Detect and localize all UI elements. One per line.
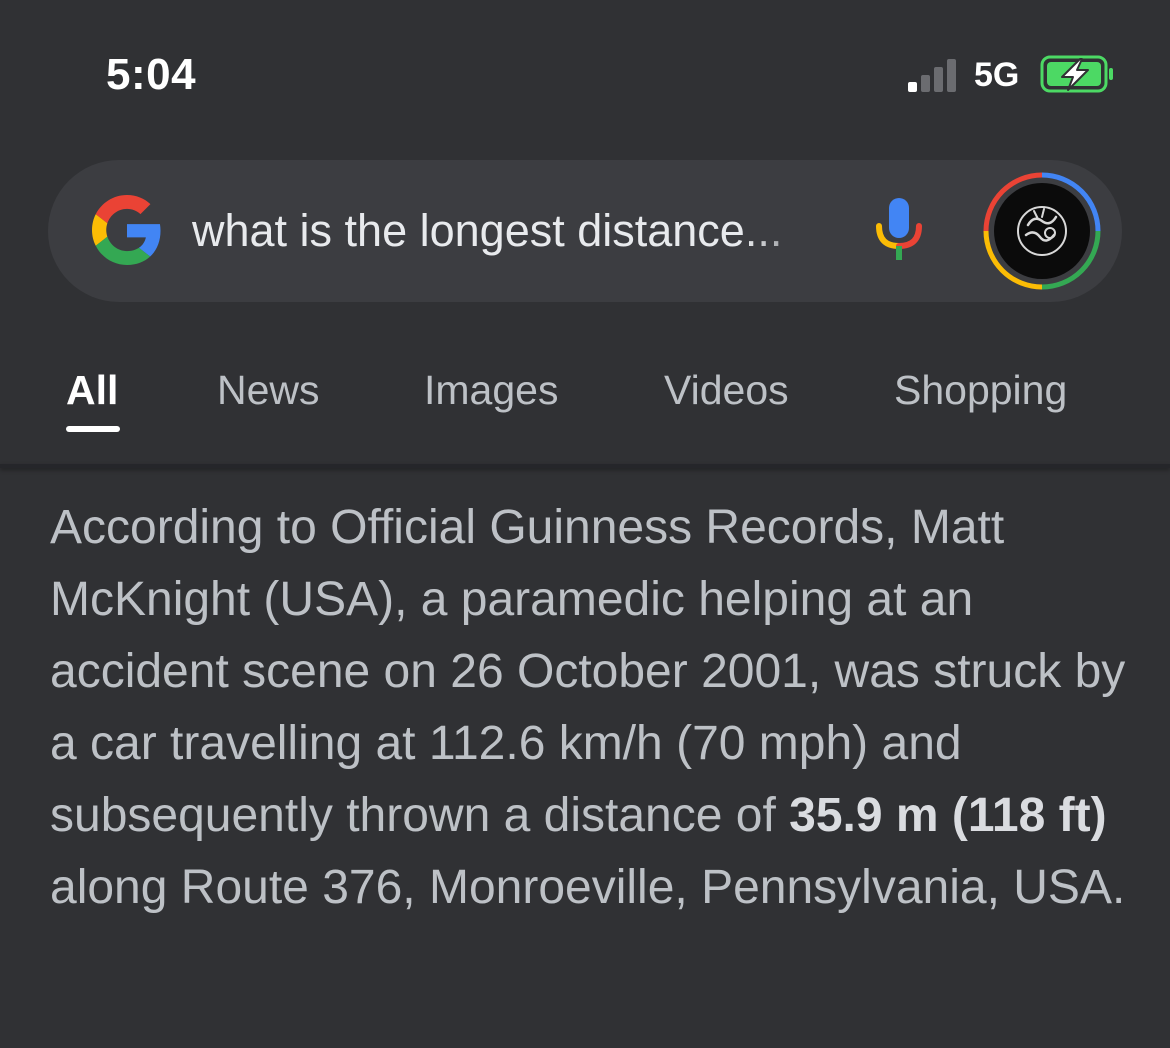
snippet-text-end: along Route 376, Monroeville, Pennsylvan… [50, 861, 1126, 914]
cellular-signal-icon [908, 59, 956, 92]
tab-shopping[interactable]: Shopping [894, 366, 1067, 414]
tab-news[interactable]: News [217, 366, 320, 414]
google-search-screen: 5:04 5G what is the longest distance... [0, 0, 1170, 1048]
search-tabs: All News Images Videos Shopping [0, 340, 1170, 464]
profile-avatar-icon[interactable] [982, 171, 1102, 291]
featured-snippet-text: According to Official Guinness Records, … [50, 492, 1130, 924]
status-time: 5:04 [106, 50, 197, 99]
microphone-icon[interactable] [870, 194, 928, 268]
battery-charging-icon [1040, 55, 1113, 93]
search-bar[interactable]: what is the longest distance... [48, 160, 1122, 302]
network-type-label: 5G [974, 56, 1020, 94]
snippet-highlight: 35.9 m (118 ft) [789, 789, 1107, 842]
tabs-divider [0, 464, 1170, 468]
active-tab-indicator [66, 426, 120, 432]
search-query-text[interactable]: what is the longest distance... [192, 206, 842, 256]
google-g-logo [92, 195, 161, 265]
tab-all[interactable]: All [66, 366, 118, 414]
tab-images[interactable]: Images [424, 366, 558, 414]
status-bar: 5:04 5G [0, 0, 1170, 140]
tab-videos[interactable]: Videos [664, 366, 789, 414]
